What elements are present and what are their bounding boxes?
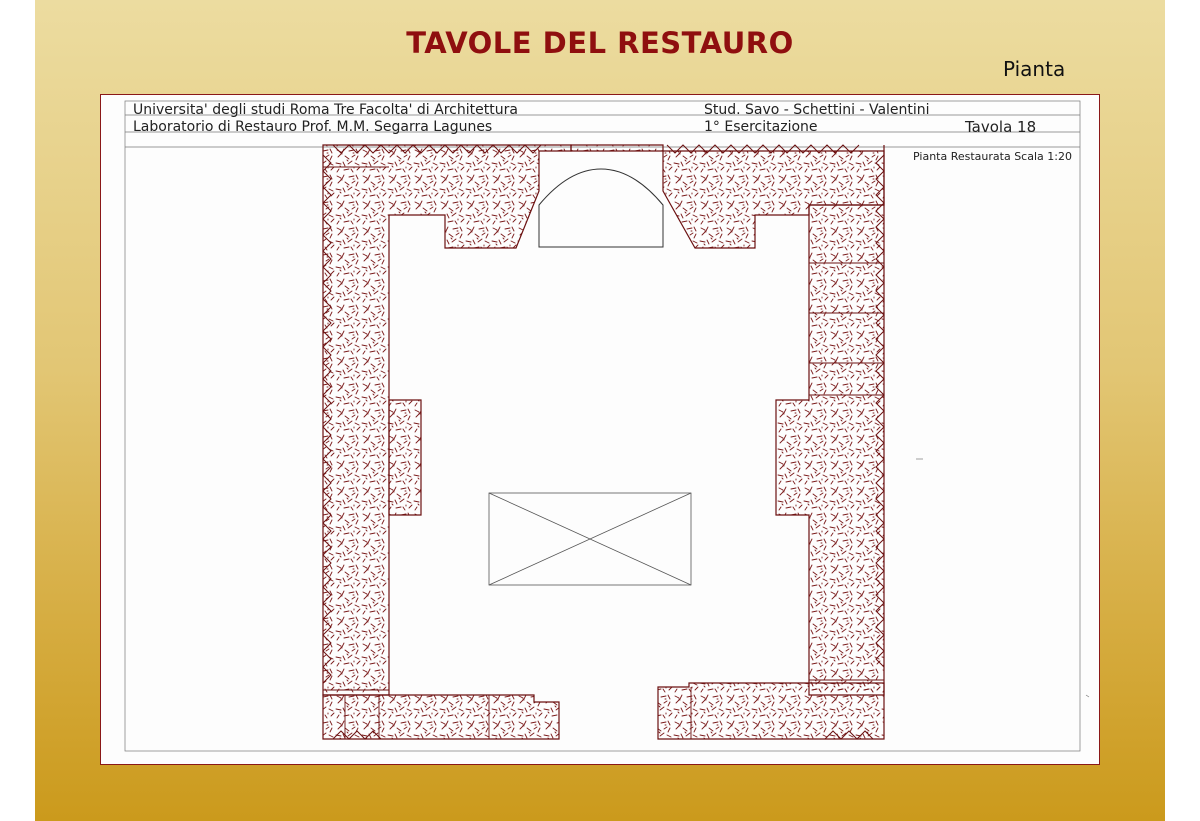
header-university: Universita' degli studi Roma Tre Facolta…	[133, 102, 518, 118]
floor-plan-drawing: Universita' degli studi Roma Tre Facolta…	[124, 100, 1090, 752]
header-exercise: 1° Esercitazione	[704, 119, 818, 135]
apse-niche	[538, 168, 664, 248]
left-wall	[322, 144, 572, 696]
drawing-sheet: Universita' degli studi Roma Tre Facolta…	[100, 94, 1100, 765]
slide-subtitle: Pianta	[1003, 57, 1066, 81]
header-laboratory: Laboratorio di Restauro Prof. M.M. Segar…	[133, 119, 492, 135]
header-students: Stud. Savo - Schettini - Valentini	[704, 102, 930, 118]
slide-title: TAVOLE DEL RESTAURO	[406, 26, 794, 60]
plan-caption: Pianta Restaurata Scala 1:20	[913, 150, 1072, 163]
left-pilaster	[388, 399, 422, 516]
header-board-number: Tavola 18	[964, 118, 1036, 136]
bottom-wall-right	[657, 682, 885, 740]
right-wall	[775, 145, 885, 696]
central-void-symbol	[488, 492, 692, 586]
drafting-marks	[916, 458, 1090, 698]
